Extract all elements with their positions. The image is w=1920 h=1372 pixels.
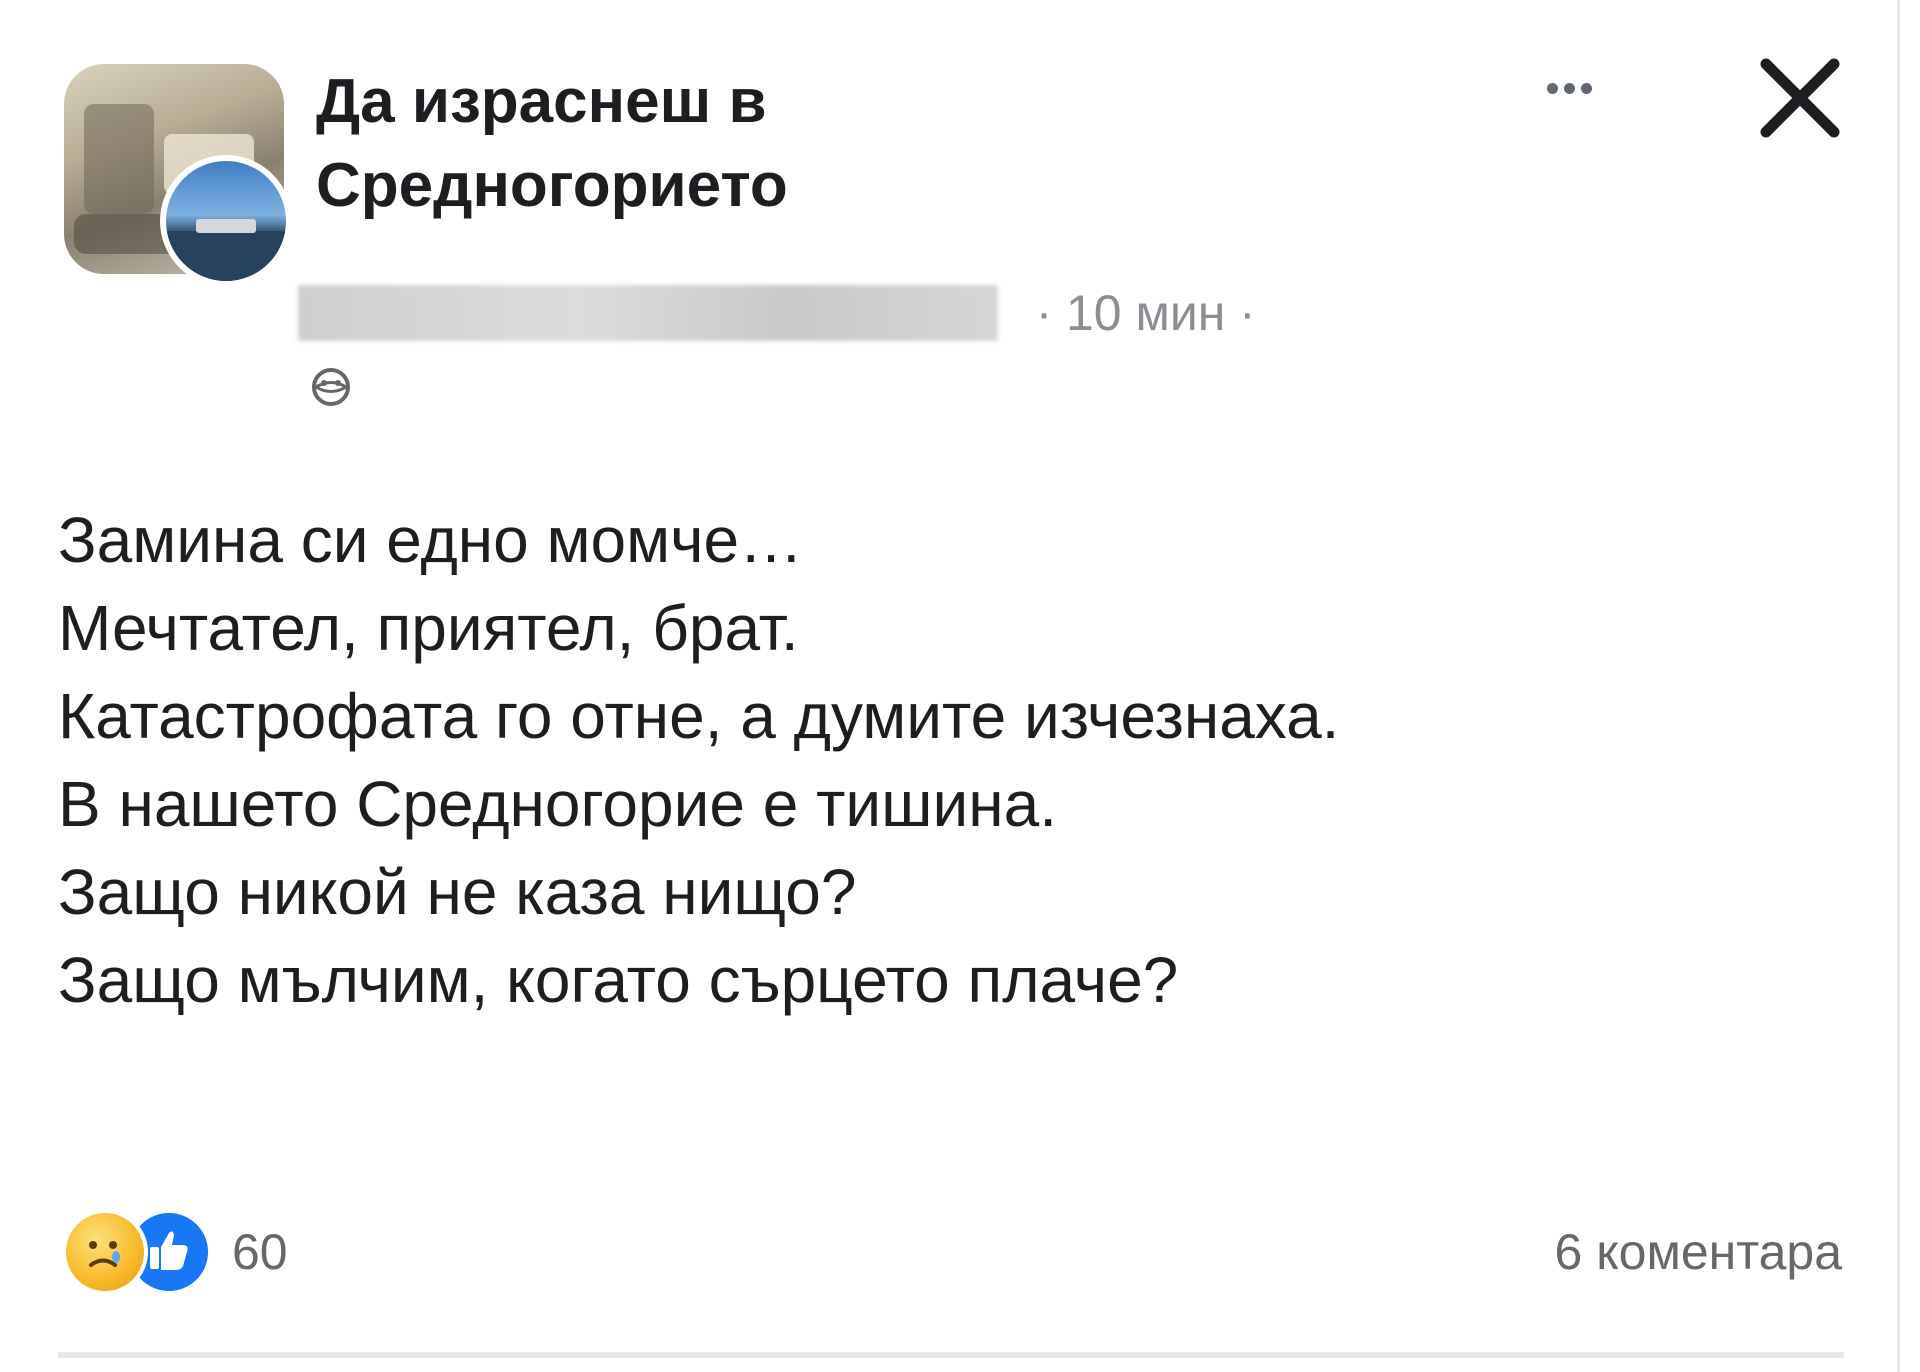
group-name-link[interactable]: Да израснеш в Средногорието — [316, 60, 1116, 228]
post-card: Да израснеш в Средногорието · 10 мин · З… — [0, 0, 1920, 1372]
sad-care-reaction-icon — [62, 1209, 148, 1295]
author-avatar-water — [166, 231, 286, 281]
reactions-summary[interactable]: 60 — [62, 1209, 288, 1295]
group-name-line2: Средногорието — [316, 151, 788, 220]
close-button[interactable] — [1752, 50, 1848, 146]
post-line: Защо никой не каза нищо? — [58, 856, 857, 928]
post-line: Защо мълчим, когато сърцето плаче? — [58, 944, 1179, 1016]
author-avatar-boat — [196, 219, 256, 233]
footer-divider — [58, 1352, 1844, 1358]
post-body: Замина си едно момче… Мечтател, приятел,… — [58, 496, 1818, 1024]
meta-separator: · — [1036, 286, 1052, 340]
post-line: В нашето Средногорие е тишина. — [58, 768, 1057, 840]
more-options-icon — [1546, 82, 1558, 94]
sad-face-icon — [89, 1241, 120, 1267]
more-options-icon — [1580, 82, 1592, 94]
post-line: Мечтател, приятел, брат. — [58, 592, 799, 664]
post-timestamp[interactable]: 10 мин — [1066, 284, 1225, 342]
author-name-redacted[interactable] — [298, 285, 998, 341]
more-options-button[interactable] — [1540, 68, 1598, 108]
reaction-count: 60 — [232, 1224, 288, 1280]
meta-separator: · — [1239, 286, 1256, 340]
post-line: Катастрофата го отне, а думите изчезнаха… — [58, 680, 1340, 752]
author-avatar[interactable] — [160, 155, 292, 287]
comments-count-link[interactable]: 6 коментара — [1555, 1220, 1843, 1284]
globe-privacy-icon — [312, 368, 350, 406]
more-options-icon — [1563, 82, 1575, 94]
post-meta: · 10 мин · — [298, 278, 1269, 348]
group-avatar-scene — [84, 104, 154, 214]
close-icon — [1760, 58, 1840, 138]
post-line: Замина си едно момче… — [58, 504, 804, 576]
edge-border — [1897, 0, 1900, 1372]
group-name-line1: Да израснеш в — [316, 67, 767, 136]
